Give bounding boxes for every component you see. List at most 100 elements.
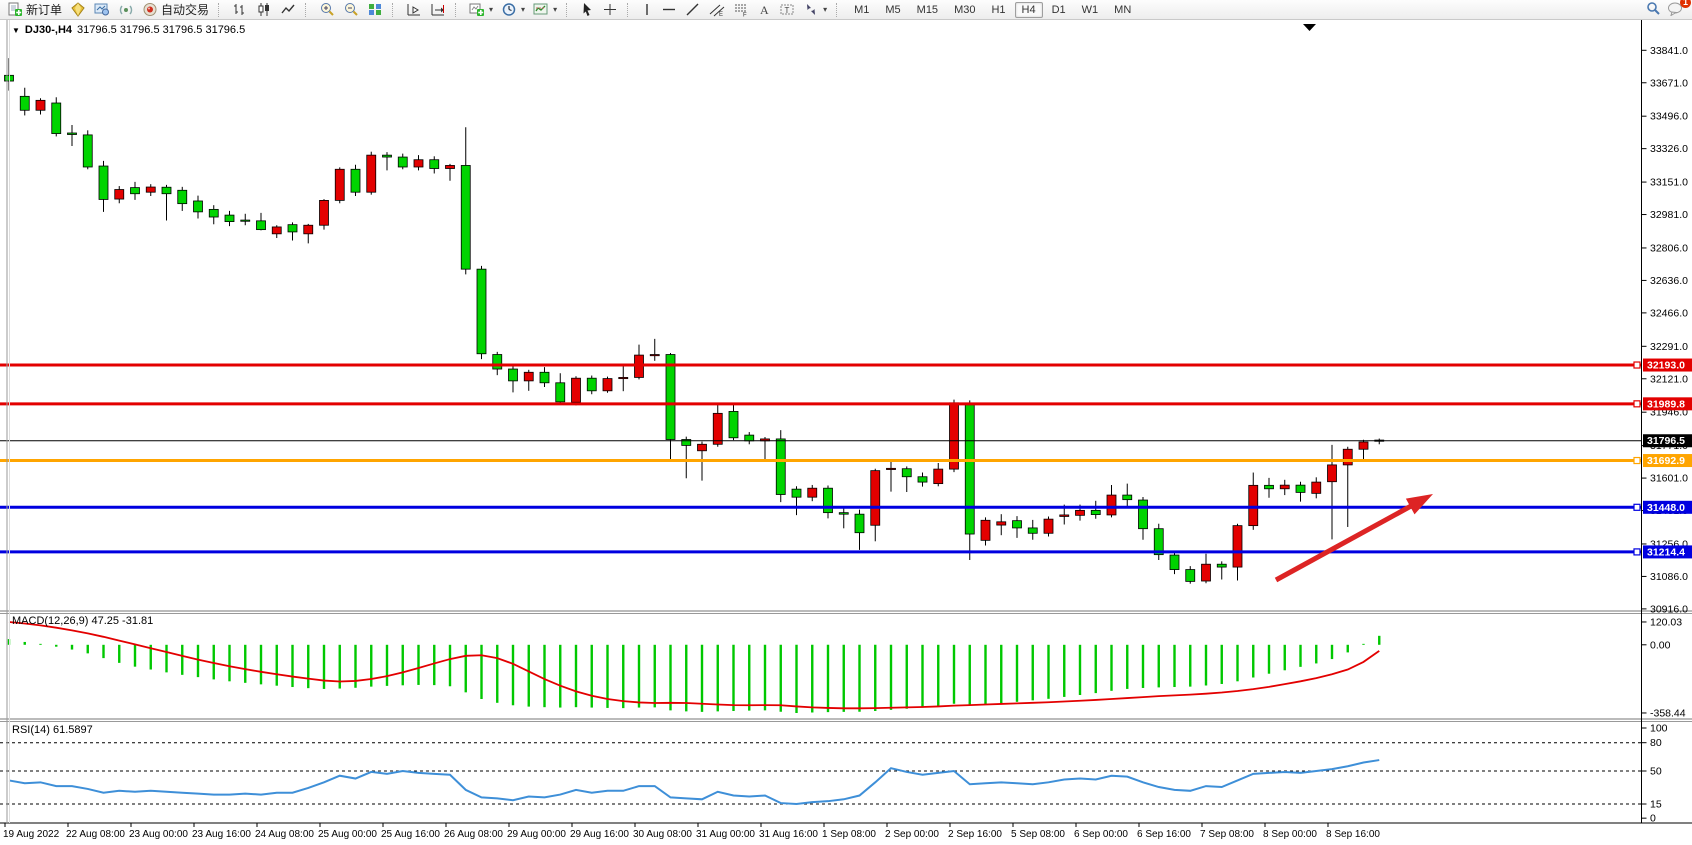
vertical-line-button[interactable] (637, 1, 657, 19)
tf-button-mn[interactable]: MN (1107, 2, 1138, 18)
macd-axis-label: 120.03 (1650, 616, 1682, 628)
timeframe-toolbar: M1 M5 M15 M30 H1 H4 D1 W1 MN (843, 0, 1142, 20)
chart-ohlc-quotes: 31796.5 31796.5 31796.5 31796.5 (77, 24, 245, 36)
price-axis-tick-label: 33326.0 (1650, 143, 1688, 155)
candle-body (225, 215, 234, 221)
candle-body (477, 269, 486, 354)
chart-shift-button[interactable] (426, 1, 450, 19)
auto-trading-label: 自动交易 (161, 1, 209, 18)
price-axis-tick-label: 30916.0 (1650, 603, 1688, 615)
zoom-out-button[interactable] (339, 1, 363, 19)
time-axis-label: 2 Sep 00:00 (885, 829, 939, 840)
indicators-button[interactable] (66, 1, 90, 19)
auto-scroll-button[interactable] (402, 1, 426, 19)
chevron-down-icon[interactable]: ▾ (823, 5, 827, 14)
candle-body (1296, 485, 1305, 492)
equidistant-channel-button[interactable]: E (705, 1, 729, 19)
candlestick-chart-button[interactable] (252, 1, 276, 19)
tf-button-m5[interactable]: M5 (878, 2, 907, 18)
time-axis-label: 29 Aug 16:00 (570, 829, 629, 840)
time-axis-label: 31 Aug 00:00 (696, 829, 755, 840)
new-order-icon (7, 2, 23, 17)
vertical-line-icon (641, 2, 653, 17)
line-chart-button[interactable] (276, 1, 300, 19)
zoom-in-button[interactable] (315, 1, 339, 19)
price-axis-tick-label: 32291.0 (1650, 341, 1688, 353)
candle-body (1186, 570, 1195, 582)
candle-body (209, 209, 218, 217)
time-axis-label: 29 Aug 00:00 (507, 829, 566, 840)
new-order-label: 新订单 (26, 1, 62, 18)
chart-canvas[interactable]: 33841.033671.033496.033326.033151.032981… (0, 0, 1692, 845)
candle-body (1217, 564, 1226, 567)
candle-body (1249, 485, 1258, 525)
text-button[interactable]: A (753, 1, 775, 19)
cursor-button[interactable] (576, 1, 598, 19)
candle-body (524, 372, 533, 381)
line-anchor-handle[interactable] (1634, 504, 1640, 510)
notifications-button[interactable]: 1 (1667, 1, 1684, 19)
candle-body (792, 489, 801, 497)
chevron-down-icon[interactable]: ▾ (489, 5, 493, 14)
time-axis-label: 6 Sep 00:00 (1074, 829, 1128, 840)
chevron-down-icon[interactable]: ▾ (553, 5, 557, 14)
candle-body (288, 225, 297, 232)
text-label-button[interactable]: T (775, 1, 799, 19)
tf-button-h1[interactable]: H1 (984, 2, 1012, 18)
market-watch-button[interactable] (90, 1, 114, 19)
line-anchor-handle[interactable] (1634, 362, 1640, 368)
templates-button[interactable]: ▾ (529, 1, 561, 19)
search-icon[interactable] (1645, 1, 1661, 19)
candle-body (1139, 500, 1148, 529)
candle-body (1233, 526, 1242, 567)
candlestick-chart-icon (256, 2, 272, 17)
candle-body (68, 133, 77, 135)
new-order-button[interactable]: 新订单 (3, 1, 66, 19)
crosshair-icon (602, 2, 618, 17)
price-level-badge: 32193.0 (1643, 359, 1692, 372)
trendline-button[interactable] (681, 1, 705, 19)
arrows-button[interactable]: ▾ (799, 1, 831, 19)
price-axis-tick-label: 33151.0 (1650, 177, 1688, 189)
candle-body (36, 100, 45, 110)
crosshair-button[interactable] (598, 1, 622, 19)
bar-chart-button[interactable] (228, 1, 252, 19)
price-axis-tick-label: 32636.0 (1650, 275, 1688, 287)
candle-body (304, 225, 313, 234)
svg-text:T: T (785, 6, 790, 15)
time-axis-label: 30 Aug 08:00 (633, 829, 692, 840)
candle-body (824, 488, 833, 512)
candle-body (1044, 519, 1053, 533)
toolbar-separator (455, 3, 460, 17)
horizontal-line-button[interactable] (657, 1, 681, 19)
bar-chart-icon (232, 2, 248, 17)
tf-button-m1[interactable]: M1 (847, 2, 876, 18)
rsi-indicator-label: RSI(14) 61.5897 (12, 724, 93, 736)
candle-body (257, 221, 266, 230)
fibonacci-button[interactable]: F (729, 1, 753, 19)
period-button[interactable]: ▾ (497, 1, 529, 19)
auto-trading-button[interactable]: 自动交易 (138, 1, 213, 19)
tf-button-m15[interactable]: M15 (910, 2, 945, 18)
signal-button[interactable] (114, 1, 138, 19)
tf-button-d1[interactable]: D1 (1045, 2, 1073, 18)
tf-button-w1[interactable]: W1 (1075, 2, 1106, 18)
price-level-badge: 31692.9 (1643, 454, 1692, 467)
tf-button-h4[interactable]: H4 (1015, 2, 1043, 18)
price-badge-label: 31796.5 (1647, 435, 1685, 447)
line-anchor-handle[interactable] (1634, 458, 1640, 464)
line-anchor-handle[interactable] (1634, 401, 1640, 407)
rsi-axis-label: 15 (1650, 799, 1662, 811)
candle-body (178, 190, 187, 203)
macd-axis-label: 0.00 (1650, 639, 1671, 651)
new-chart-button[interactable]: ▾ (465, 1, 497, 19)
tf-button-m30[interactable]: M30 (947, 2, 982, 18)
chevron-down-icon[interactable]: ▾ (521, 5, 525, 14)
notification-badge: 1 (1680, 0, 1691, 8)
zoom-out-icon (343, 2, 359, 17)
line-chart-icon (280, 2, 296, 17)
time-axis-label: 31 Aug 16:00 (759, 829, 818, 840)
line-anchor-handle[interactable] (1634, 549, 1640, 555)
symbol-dropdown-icon[interactable]: ▼ (12, 26, 20, 35)
tile-windows-button[interactable] (363, 1, 387, 19)
